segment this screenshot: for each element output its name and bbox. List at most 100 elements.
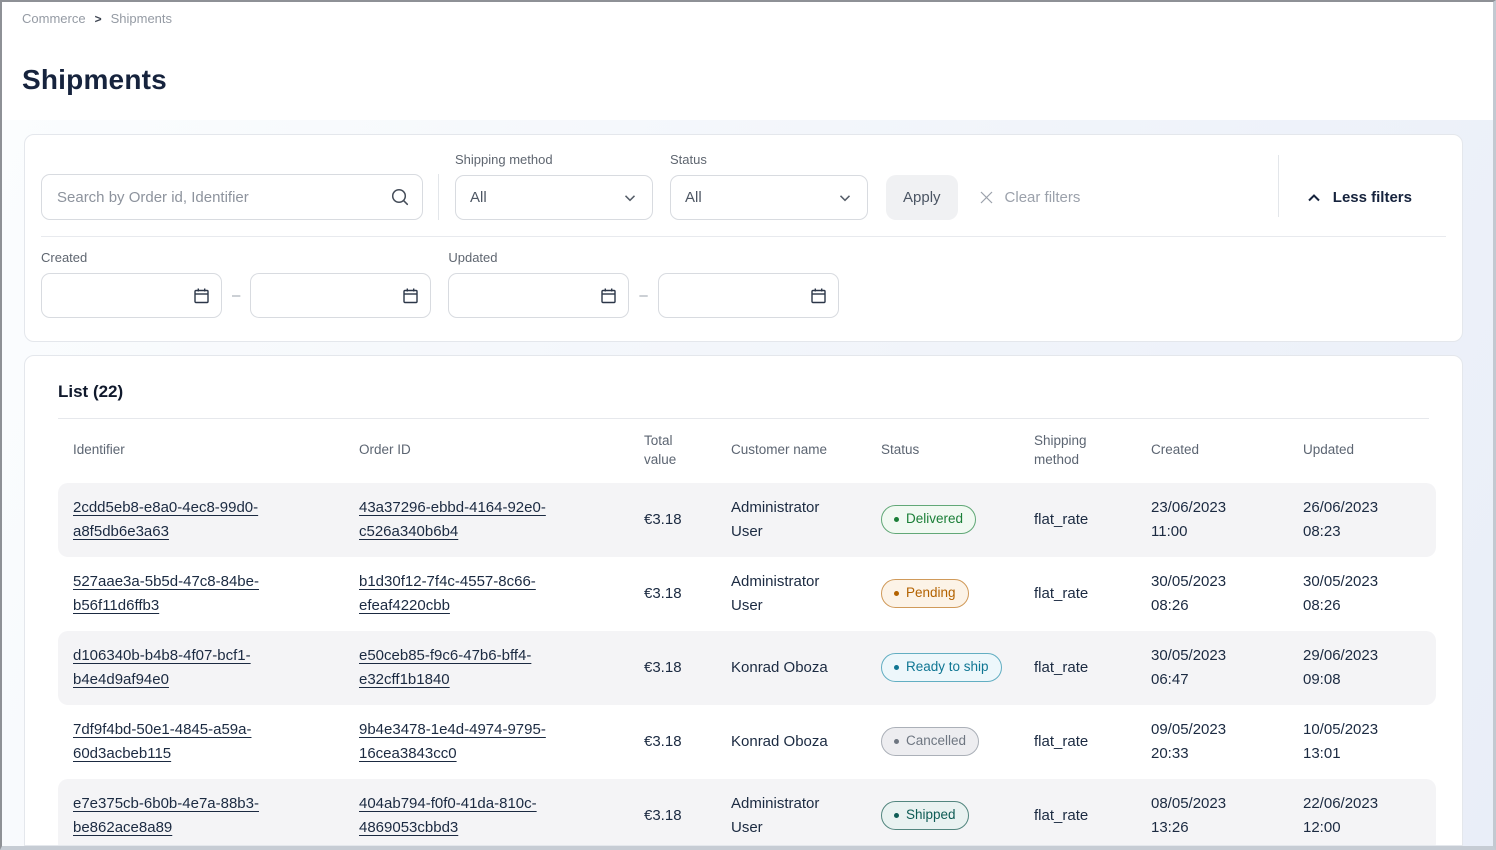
order-id-link[interactable]: 43a37296-ebbd-4164-92e0-c526a340b6b4 bbox=[359, 499, 546, 540]
less-filters-label: Less filters bbox=[1333, 189, 1412, 206]
status-dot-icon bbox=[894, 517, 899, 522]
status-filter: Status All bbox=[670, 152, 868, 220]
less-filters-toggle[interactable]: Less filters bbox=[1305, 175, 1412, 220]
updated-from-wrap bbox=[448, 273, 629, 318]
order-id-link[interactable]: b1d30f12-7f4c-4557-8c66-efeaf4220cbb bbox=[359, 573, 536, 614]
created-from-wrap bbox=[41, 273, 222, 318]
identifier-link[interactable]: e7e375cb-6b0b-4e7a-88b3-be862ace8a89 bbox=[73, 795, 259, 836]
shipments-page: Commerce > Shipments Shipments Shippin bbox=[0, 0, 1496, 850]
identifier-link[interactable]: 7df9f4bd-50e1-4845-a59a-60d3acbeb115 bbox=[73, 721, 251, 762]
breadcrumb: Commerce > Shipments bbox=[2, 2, 1493, 26]
customer-name-cell: Administrator User bbox=[716, 557, 866, 631]
shipping-method-cell: flat_rate bbox=[1019, 779, 1136, 846]
total-value-cell: €3.18 bbox=[629, 779, 716, 846]
total-value-cell: €3.18 bbox=[629, 705, 716, 779]
column-header-updated: Updated bbox=[1288, 419, 1436, 483]
shipping-method-cell: flat_rate bbox=[1019, 631, 1136, 705]
shipping-method-select[interactable]: All bbox=[455, 175, 653, 220]
chevron-down-icon bbox=[837, 190, 853, 206]
status-dot-icon bbox=[894, 813, 899, 818]
column-header-order-id: Order ID bbox=[344, 419, 629, 483]
breadcrumb-commerce[interactable]: Commerce bbox=[22, 11, 86, 26]
customer-name-cell: Konrad Oboza bbox=[716, 705, 866, 779]
created-date-filter: Created – bbox=[41, 250, 431, 318]
status-badge: Delivered bbox=[881, 505, 976, 534]
status-dot-icon bbox=[894, 665, 899, 670]
status-badge: Cancelled bbox=[881, 727, 979, 756]
updated-cell: 29/06/202309:08 bbox=[1288, 631, 1436, 705]
column-header-total-value: Total value bbox=[629, 419, 716, 483]
table-header-row: Identifier Order ID Total value Customer… bbox=[58, 419, 1436, 483]
updated-date-filter: Updated – bbox=[448, 250, 838, 318]
created-to-wrap bbox=[250, 273, 431, 318]
status-select[interactable]: All bbox=[670, 175, 868, 220]
identifier-link[interactable]: d106340b-b4b8-4f07-bcf1-b4e4d9af94e0 bbox=[73, 647, 251, 688]
identifier-link[interactable]: 527aae3a-5b5d-47c8-84be-b56f11d6ffb3 bbox=[73, 573, 259, 614]
column-header-customer-name: Customer name bbox=[716, 419, 866, 483]
close-icon bbox=[978, 189, 995, 206]
calendar-icon[interactable] bbox=[192, 286, 211, 305]
column-header-status: Status bbox=[866, 419, 1019, 483]
created-cell: 09/05/202320:33 bbox=[1136, 705, 1288, 779]
created-label: Created bbox=[41, 250, 431, 265]
content-area: Shipping method All Status All bbox=[2, 120, 1493, 846]
status-value: All bbox=[685, 189, 702, 206]
calendar-icon[interactable] bbox=[809, 286, 828, 305]
status-label: Status bbox=[670, 152, 868, 167]
created-cell: 30/05/202306:47 bbox=[1136, 631, 1288, 705]
table-row: 527aae3a-5b5d-47c8-84be-b56f11d6ffb3 b1d… bbox=[58, 557, 1436, 631]
shipments-table: Identifier Order ID Total value Customer… bbox=[58, 419, 1436, 846]
status-badge: Shipped bbox=[881, 801, 969, 830]
range-separator: – bbox=[232, 287, 240, 304]
shipping-method-label: Shipping method bbox=[455, 152, 653, 167]
page-title: Shipments bbox=[2, 26, 1493, 96]
chevron-up-icon bbox=[1305, 189, 1323, 207]
search-field-wrap bbox=[41, 174, 423, 220]
identifier-link[interactable]: 2cdd5eb8-e8a0-4ec8-99d0-a8f5db6e3a63 bbox=[73, 499, 258, 540]
order-id-link[interactable]: 9b4e3478-1e4d-4974-9795-16cea3843cc0 bbox=[359, 721, 546, 762]
updated-cell: 10/05/202313:01 bbox=[1288, 705, 1436, 779]
filters-row-main: Shipping method All Status All bbox=[25, 135, 1462, 236]
customer-name-cell: Konrad Oboza bbox=[716, 631, 866, 705]
shipping-method-cell: flat_rate bbox=[1019, 483, 1136, 557]
search-input[interactable] bbox=[41, 174, 423, 220]
total-value-cell: €3.18 bbox=[629, 631, 716, 705]
filters-panel: Shipping method All Status All bbox=[24, 134, 1463, 342]
updated-to-wrap bbox=[658, 273, 839, 318]
updated-cell: 22/06/202312:00 bbox=[1288, 779, 1436, 846]
chevron-down-icon bbox=[622, 190, 638, 206]
table-row: 2cdd5eb8-e8a0-4ec8-99d0-a8f5db6e3a63 43a… bbox=[58, 483, 1436, 557]
created-cell: 30/05/202308:26 bbox=[1136, 557, 1288, 631]
column-header-identifier: Identifier bbox=[58, 419, 344, 483]
column-header-shipping-method: Shipping method bbox=[1019, 419, 1136, 483]
calendar-icon[interactable] bbox=[401, 286, 420, 305]
clear-filters-label: Clear filters bbox=[1005, 189, 1081, 206]
apply-button[interactable]: Apply bbox=[886, 175, 958, 220]
order-id-link[interactable]: e50ceb85-f9c6-47b6-bff4-e32cff1b1840 bbox=[359, 647, 531, 688]
clear-filters-button[interactable]: Clear filters bbox=[978, 175, 1081, 220]
status-dot-icon bbox=[894, 739, 899, 744]
shipping-method-filter: Shipping method All bbox=[455, 152, 653, 220]
search-icon bbox=[390, 187, 410, 207]
status-badge: Ready to ship bbox=[881, 653, 1002, 682]
shipping-method-cell: flat_rate bbox=[1019, 557, 1136, 631]
updated-cell: 26/06/202308:23 bbox=[1288, 483, 1436, 557]
breadcrumb-shipments: Shipments bbox=[111, 11, 172, 26]
customer-name-cell: Administrator User bbox=[716, 483, 866, 557]
order-id-link[interactable]: 404ab794-f0f0-41da-810c-4869053cbbd3 bbox=[359, 795, 537, 836]
shipping-method-value: All bbox=[470, 189, 487, 206]
total-value-cell: €3.18 bbox=[629, 557, 716, 631]
updated-label: Updated bbox=[448, 250, 838, 265]
customer-name-cell: Administrator User bbox=[716, 779, 866, 846]
shipping-method-cell: flat_rate bbox=[1019, 705, 1136, 779]
shipments-list-panel: List (22) Identifier Order ID Total valu… bbox=[24, 355, 1463, 846]
table-row: e7e375cb-6b0b-4e7a-88b3-be862ace8a89 404… bbox=[58, 779, 1436, 846]
created-cell: 08/05/202313:26 bbox=[1136, 779, 1288, 846]
filter-divider-vertical bbox=[438, 174, 439, 220]
status-badge: Pending bbox=[881, 579, 969, 608]
filter-divider-vertical bbox=[1278, 155, 1279, 217]
table-row: d106340b-b4b8-4f07-bcf1-b4e4d9af94e0 e50… bbox=[58, 631, 1436, 705]
breadcrumb-separator: > bbox=[95, 12, 102, 26]
calendar-icon[interactable] bbox=[599, 286, 618, 305]
range-separator: – bbox=[639, 287, 647, 304]
